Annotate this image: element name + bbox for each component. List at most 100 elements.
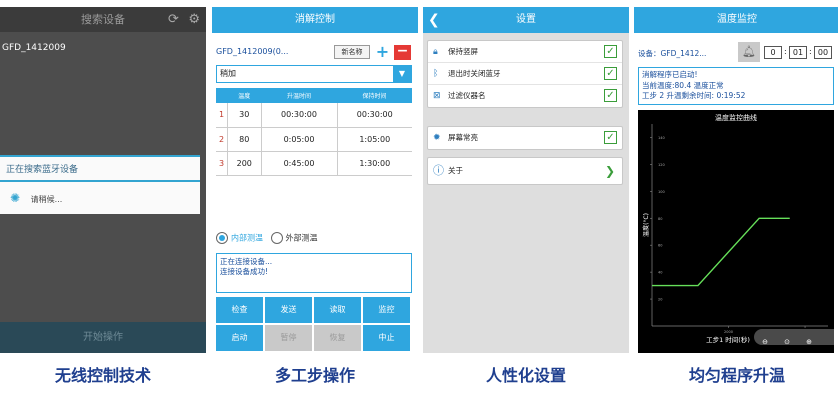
temperature-chart: 温度监控曲线 20406080100120140 20004000 温度(°C)… bbox=[638, 110, 834, 353]
top-bar: 搜索设备 ⟳ ⚙ bbox=[0, 7, 206, 32]
settings-group: 🔒︎ 保持竖屏 ✓ ᛒ 退出时关闭蓝牙 ✓ ⊠ 过滤仪器名 ✓ bbox=[427, 40, 623, 108]
chart-svg: 温度监控曲线 20406080100120140 20004000 温度(°C)… bbox=[642, 113, 828, 344]
start-operation-button[interactable]: 开始操作 bbox=[0, 322, 206, 353]
setting-screen-on[interactable]: ✹ 屏幕常亮 ✓ bbox=[428, 127, 622, 149]
setting-close-bluetooth[interactable]: ᛒ 退出时关闭蓝牙 ✓ bbox=[428, 63, 622, 85]
chevron-right-icon[interactable]: ❯ bbox=[605, 158, 615, 184]
start-button[interactable]: 启动 bbox=[216, 325, 263, 351]
checkbox-checked-icon[interactable]: ✓ bbox=[604, 67, 617, 80]
table-row[interactable]: 2 80 0:05:00 1:05:00 bbox=[216, 127, 412, 152]
table-cell: 30 bbox=[227, 103, 262, 128]
time-hours[interactable]: 0 bbox=[764, 46, 782, 59]
check-button[interactable]: 检查 bbox=[216, 297, 263, 323]
table-header: 保持时间 bbox=[337, 88, 412, 103]
page-title: 消解控制 bbox=[212, 7, 418, 33]
refresh-icon[interactable]: ⟳ bbox=[168, 7, 179, 32]
back-arrow-icon[interactable]: ❮ bbox=[428, 7, 440, 33]
new-name-button[interactable]: 新名称 bbox=[334, 45, 370, 59]
time-minutes[interactable]: 01 bbox=[789, 46, 807, 59]
radio-unchecked-icon bbox=[270, 232, 283, 244]
send-button[interactable]: 发送 bbox=[265, 297, 312, 323]
radio-external[interactable]: 外部测温 bbox=[270, 232, 318, 244]
connection-log: 正在连接设备... 连接设备成功! bbox=[216, 253, 412, 293]
page-title: 温度监控 bbox=[634, 7, 838, 33]
radio-label: 外部测温 bbox=[285, 233, 318, 243]
pause-button[interactable]: 暂停 bbox=[265, 325, 312, 351]
radio-internal[interactable]: 内部测温 bbox=[216, 232, 263, 244]
caption-multi-step: 多工步操作 bbox=[274, 366, 355, 385]
caption-wireless-control: 无线控制技术 bbox=[54, 366, 151, 385]
remove-button[interactable]: − bbox=[394, 44, 411, 60]
setting-about[interactable]: ⓘ 关于 ❯ bbox=[428, 158, 622, 184]
dialog-body: ✺ 请稍候... bbox=[0, 182, 200, 214]
time-seconds[interactable]: 00 bbox=[814, 46, 832, 59]
table-cell: 3 bbox=[216, 151, 228, 176]
screen-device-search: 搜索设备 ⟳ ⚙ GFD_1412009 正在搜索蓝牙设备 ✺ 请稍候... 开… bbox=[0, 7, 206, 353]
y-tick-label: 60 bbox=[658, 244, 662, 248]
zoom-out-icon[interactable]: ⊖ bbox=[754, 334, 776, 350]
y-tick-label: 140 bbox=[658, 136, 665, 140]
table-cell: 0:05:00 bbox=[261, 127, 338, 152]
resume-button[interactable]: 恢复 bbox=[314, 325, 361, 351]
setting-keep-portrait[interactable]: 🔒︎ 保持竖屏 ✓ bbox=[428, 41, 622, 63]
setting-label: 退出时关闭蓝牙 bbox=[448, 69, 501, 78]
table-cell: 00:30:00 bbox=[337, 103, 412, 128]
device-list-item[interactable]: GFD_1412009 bbox=[2, 43, 66, 53]
stop-button[interactable]: 中止 bbox=[363, 325, 410, 351]
device-name: 设备：GFD_1412... bbox=[638, 49, 707, 58]
table-header: 温度 bbox=[227, 88, 261, 103]
screen-digestion-control: 消解控制 GFD_1412009(0... 新名称 + − 稍加 ▼ 温度 升温… bbox=[212, 7, 418, 353]
setting-filter-names[interactable]: ⊠ 过滤仪器名 ✓ bbox=[428, 85, 622, 107]
status-line: 消解程序已启动! bbox=[642, 70, 698, 79]
lock-icon: 🔒︎ bbox=[433, 47, 438, 57]
y-tick-label: 100 bbox=[658, 190, 665, 194]
y-tick-label: 120 bbox=[658, 163, 665, 167]
setting-label: 关于 bbox=[448, 166, 463, 175]
caption-user-friendly-settings: 人性化设置 bbox=[485, 366, 566, 385]
table-row[interactable]: 1 30 00:30:00 00:30:00 bbox=[216, 103, 412, 128]
table-cell: 200 bbox=[227, 151, 262, 176]
table-cell: 1:30:00 bbox=[337, 151, 412, 176]
x-tick-label: 2000 bbox=[724, 330, 733, 334]
dialog-title: 正在搜索蓝牙设备 bbox=[0, 155, 200, 182]
checkbox-checked-icon[interactable]: ✓ bbox=[604, 89, 617, 102]
status-line: 工步 2 升温剩余时间: 0:19:52 bbox=[642, 91, 746, 100]
chart-title: 温度监控曲线 bbox=[715, 113, 757, 122]
dialog-message: 请稍候... bbox=[30, 195, 63, 204]
table-cell: 0:45:00 bbox=[261, 151, 338, 176]
light-bulb-icon: ✹ bbox=[433, 133, 441, 143]
table-header-row: 温度 升温时间 保持时间 bbox=[216, 88, 412, 103]
device-row: 设备：GFD_1412... 🔔︎ 0 : 01 : 00 bbox=[638, 42, 838, 62]
read-button[interactable]: 读取 bbox=[314, 297, 361, 323]
mode-select[interactable]: 稍加 ▼ bbox=[216, 65, 412, 83]
monitor-button[interactable]: 监控 bbox=[363, 297, 410, 323]
table-cell: 2 bbox=[216, 127, 228, 152]
time-separator: : bbox=[809, 47, 812, 56]
log-line: 连接设备成功! bbox=[220, 267, 269, 276]
zoom-in-icon[interactable]: ⊕ bbox=[798, 334, 820, 350]
setting-label: 屏幕常亮 bbox=[448, 133, 478, 142]
mode-select-value: 稍加 bbox=[220, 69, 236, 78]
status-panel: 消解程序已启动! 当前温度:80.4 温度正常 工步 2 升温剩余时间: 0:1… bbox=[638, 67, 834, 105]
table-cell: 1 bbox=[216, 103, 228, 128]
filter-icon: ⊠ bbox=[433, 91, 441, 101]
bell-icon[interactable]: 🔔︎ bbox=[738, 42, 760, 62]
status-line: 当前温度:80.4 温度正常 bbox=[642, 80, 724, 90]
table-header bbox=[216, 88, 228, 103]
table-row[interactable]: 3 200 0:45:00 1:30:00 bbox=[216, 151, 412, 176]
checkbox-checked-icon[interactable]: ✓ bbox=[604, 45, 617, 58]
gear-icon[interactable]: ⚙ bbox=[188, 7, 200, 32]
table-cell: 80 bbox=[227, 127, 262, 152]
chevron-down-icon[interactable]: ▼ bbox=[393, 66, 411, 82]
time-separator: : bbox=[784, 47, 787, 56]
zoom-reset-icon[interactable]: ⊙ bbox=[776, 334, 798, 350]
device-row: GFD_1412009(0... 新名称 + − bbox=[216, 44, 416, 61]
top-bar: ❮ 设置 bbox=[423, 7, 629, 33]
y-tick-label: 40 bbox=[658, 271, 662, 275]
setting-label: 保持竖屏 bbox=[448, 47, 478, 56]
checkbox-checked-icon[interactable]: ✓ bbox=[604, 131, 617, 144]
bluetooth-icon: ᛒ bbox=[433, 69, 439, 79]
step-table: 温度 升温时间 保持时间 1 30 00:30:00 00:30:00 2 80… bbox=[216, 88, 412, 176]
radio-checked-icon bbox=[216, 232, 228, 244]
add-button[interactable]: + bbox=[374, 44, 391, 61]
